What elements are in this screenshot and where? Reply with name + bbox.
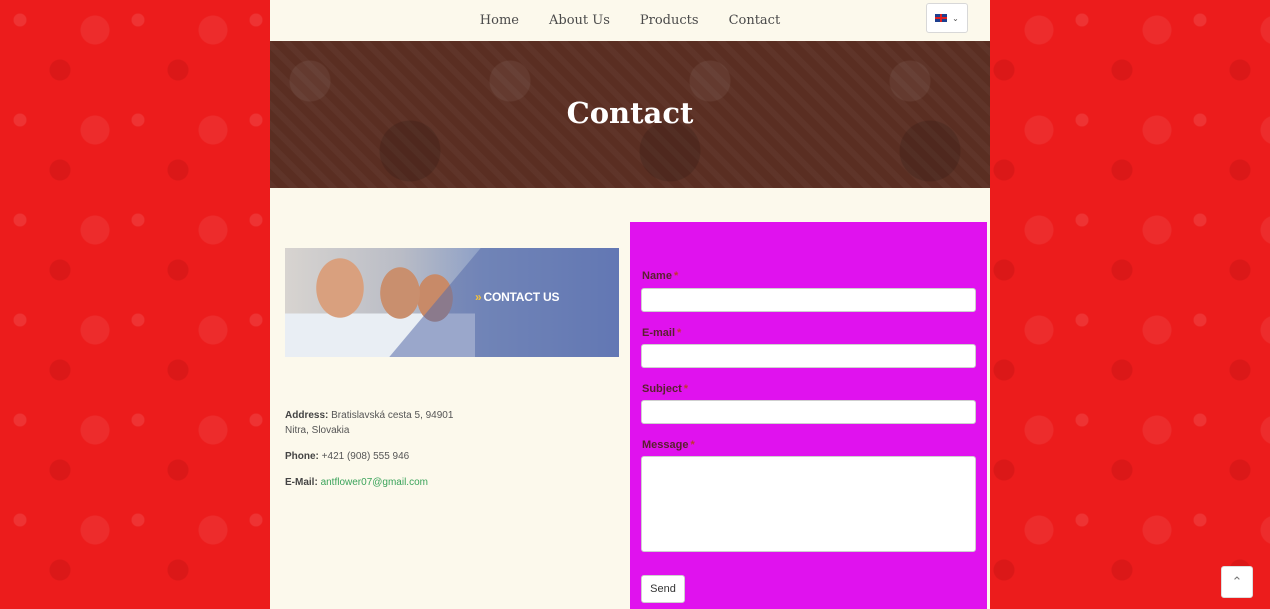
page-header: Contact [270, 41, 990, 188]
nav-home[interactable]: Home [465, 13, 534, 28]
message-label: Message * [642, 439, 695, 451]
main-nav: Home About Us Products Contact [270, 0, 990, 41]
address-label: Address: [285, 410, 329, 421]
address-line1: Bratislavská cesta 5, 94901 [331, 410, 454, 421]
nav-products[interactable]: Products [625, 13, 714, 28]
name-label: Name * [642, 270, 679, 282]
language-switcher[interactable]: ⌄ [926, 3, 968, 33]
banner-label: CONTACT US [483, 290, 560, 304]
chevron-down-icon: ⌄ [952, 13, 959, 23]
name-input[interactable] [641, 288, 976, 312]
phone-value: +421 (908) 555 946 [321, 451, 410, 462]
subject-label: Subject * [642, 383, 689, 395]
email-link[interactable]: antflower07@gmail.com [321, 477, 428, 488]
address-line2: Nitra, Slovakia [285, 425, 350, 436]
contact-banner-image: » CONTACT US [285, 248, 619, 357]
uk-flag-icon [935, 14, 948, 22]
page-container: Home About Us Products Contact ⌄ Contact… [270, 0, 990, 609]
scroll-to-top-button[interactable]: ⌃ [1221, 566, 1253, 598]
contact-content: » CONTACT US Address: Bratislavská cesta … [270, 188, 990, 609]
contact-info: Address: Bratislavská cesta 5, 94901 Nit… [285, 408, 605, 501]
banner-text: » CONTACT US [475, 290, 559, 304]
phone-label: Phone: [285, 451, 319, 462]
navbar: Home About Us Products Contact ⌄ [270, 0, 990, 41]
nav-contact[interactable]: Contact [714, 13, 796, 28]
phone-block: Phone: +421 (908) 555 946 [285, 449, 605, 464]
page-title: Contact [566, 95, 694, 130]
nav-about-us[interactable]: About Us [534, 13, 625, 28]
address-block: Address: Bratislavská cesta 5, 94901 Nit… [285, 408, 605, 438]
email-block: E-Mail: antflower07@gmail.com [285, 475, 605, 490]
send-button[interactable]: Send [641, 575, 685, 603]
subject-input[interactable] [641, 400, 976, 424]
email-label-form: E-mail * [642, 327, 682, 339]
email-input[interactable] [641, 344, 976, 368]
banner-chevron-icon: » [475, 290, 482, 304]
contact-form: Name * E-mail * Subject * Message * Send [630, 222, 987, 609]
chevron-up-icon: ⌃ [1231, 574, 1243, 589]
email-label: E-Mail: [285, 477, 318, 488]
message-textarea[interactable] [641, 456, 976, 552]
